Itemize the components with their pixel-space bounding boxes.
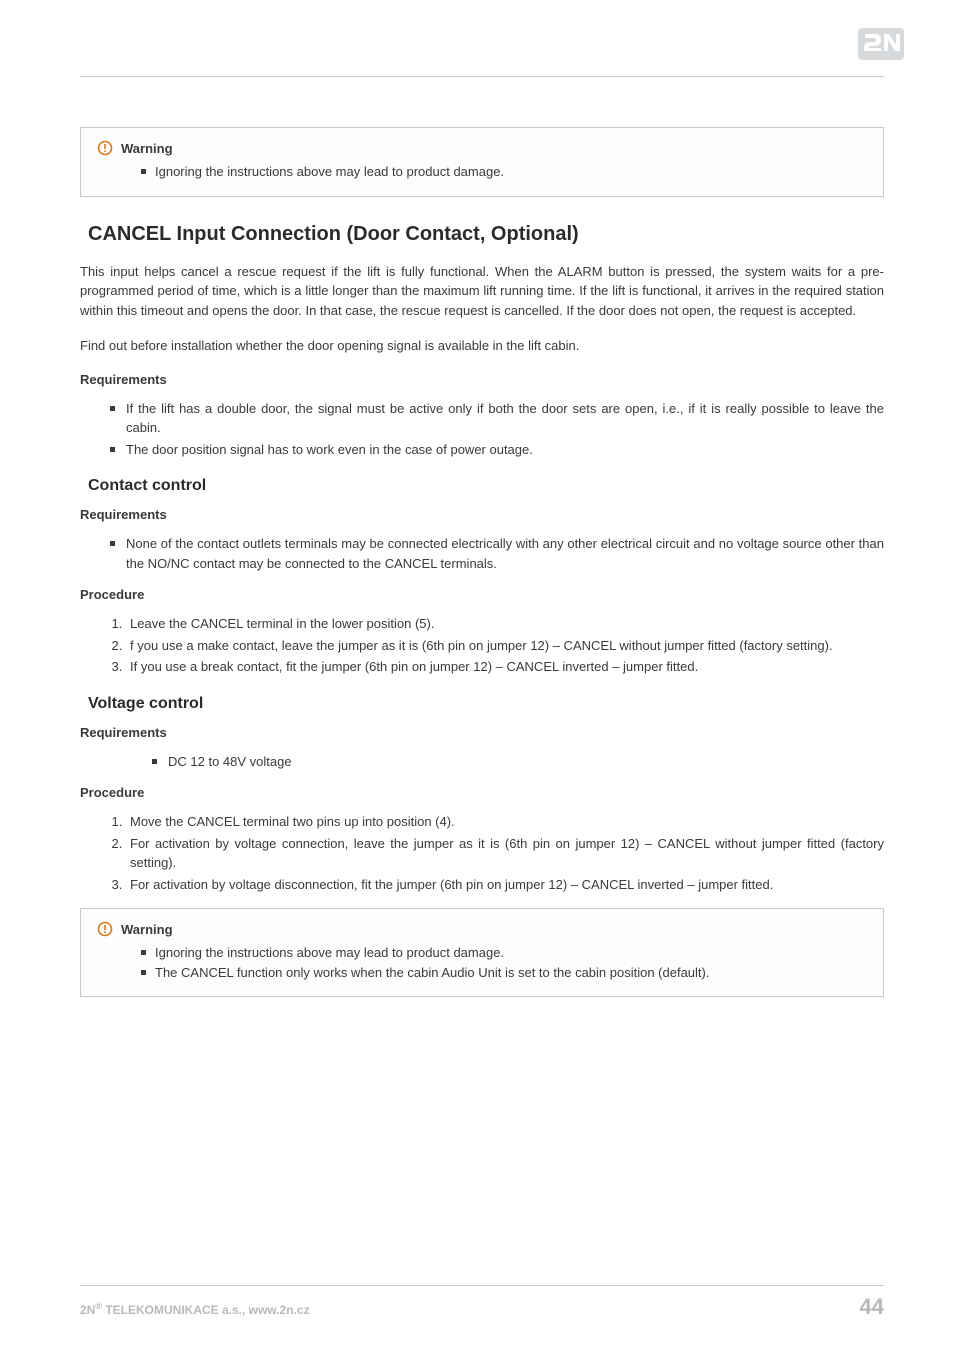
warning-icon (97, 921, 113, 937)
warning-item: Ignoring the instructions above may lead… (141, 162, 867, 182)
requirements-heading: Requirements (80, 725, 884, 740)
header-divider (80, 76, 884, 77)
warning-item: The CANCEL function only works when the … (141, 963, 867, 983)
page-number: 44 (860, 1294, 884, 1320)
list-item: The door position signal has to work eve… (110, 440, 884, 460)
list-item: For activation by voltage connection, le… (126, 834, 884, 873)
paragraph: This input helps cancel a rescue request… (80, 262, 884, 321)
warning-callout-2: Warning Ignoring the instructions above … (80, 908, 884, 997)
page-footer: 2N® TELEKOMUNIKACE a.s., www.2n.cz 44 (80, 1285, 884, 1320)
procedure-heading: Procedure (80, 785, 884, 800)
warning-callout-1: Warning Ignoring the instructions above … (80, 127, 884, 197)
section-heading: CANCEL Input Connection (Door Contact, O… (88, 223, 884, 246)
list-item: For activation by voltage disconnection,… (126, 875, 884, 895)
list-item: Leave the CANCEL terminal in the lower p… (126, 614, 884, 634)
subsection-heading: Voltage control (88, 695, 884, 713)
list-item: If the lift has a double door, the signa… (110, 399, 884, 438)
procedure-heading: Procedure (80, 587, 884, 602)
list-item: None of the contact outlets terminals ma… (110, 534, 884, 573)
list-item: Move the CANCEL terminal two pins up int… (126, 812, 884, 832)
footer-company: 2N® TELEKOMUNIKACE a.s., www.2n.cz (80, 1301, 310, 1317)
footer-divider (80, 1285, 884, 1286)
paragraph: Find out before installation whether the… (80, 336, 884, 356)
requirements-heading: Requirements (80, 372, 884, 387)
list-item: f you use a make contact, leave the jump… (126, 636, 884, 656)
list-item: If you use a break contact, fit the jump… (126, 657, 884, 677)
warning-title: Warning (121, 922, 173, 937)
warning-item: Ignoring the instructions above may lead… (141, 943, 867, 963)
subsection-heading: Contact control (88, 477, 884, 495)
warning-icon (97, 140, 113, 156)
warning-title: Warning (121, 141, 173, 156)
requirements-heading: Requirements (80, 507, 884, 522)
list-item: DC 12 to 48V voltage (152, 752, 884, 772)
brand-logo (858, 28, 904, 60)
